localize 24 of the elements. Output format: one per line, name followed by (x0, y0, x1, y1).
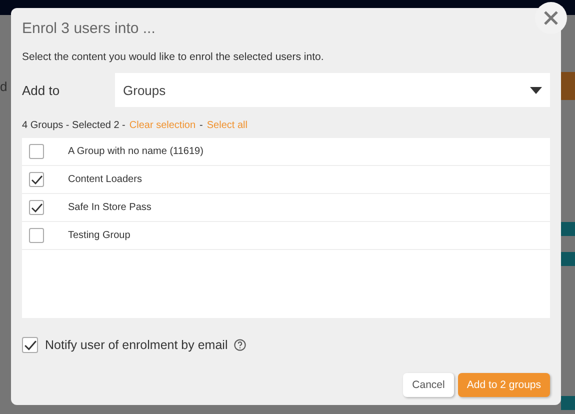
group-name: A Group with no name (11619) (68, 146, 204, 157)
add-to-dropdown[interactable]: Groups (115, 73, 550, 107)
checkbox[interactable] (29, 144, 44, 159)
checkbox[interactable] (29, 200, 44, 215)
notify-checkbox[interactable] (22, 337, 38, 353)
caret-icon (530, 86, 542, 94)
checkbox[interactable] (29, 172, 44, 187)
cancel-button[interactable]: Cancel (403, 373, 454, 397)
select-all-link[interactable]: Select all (206, 120, 248, 131)
group-name: Testing Group (68, 230, 130, 241)
add-button[interactable]: Add to 2 groups (458, 373, 550, 397)
dialog-subtitle: Select the content you would like to enrol the selected users into. (22, 51, 325, 63)
background-text: d (0, 79, 8, 94)
group-name: Safe In Store Pass (68, 202, 152, 213)
notify-label: Notify user of enrolment by email (45, 338, 228, 352)
group-name: Content Loaders (68, 174, 142, 185)
clear-selection-link[interactable]: Clear selection (129, 120, 196, 131)
selection-count: 4 Groups - Selected 2 - (22, 120, 126, 131)
dialog-title: Enrol 3 users into ... (22, 19, 156, 39)
separator-text: - (200, 120, 203, 131)
checkbox[interactable] (29, 228, 44, 243)
close-icon (544, 11, 558, 25)
add-to-label: Add to (22, 82, 61, 98)
help-icon[interactable] (234, 339, 246, 351)
